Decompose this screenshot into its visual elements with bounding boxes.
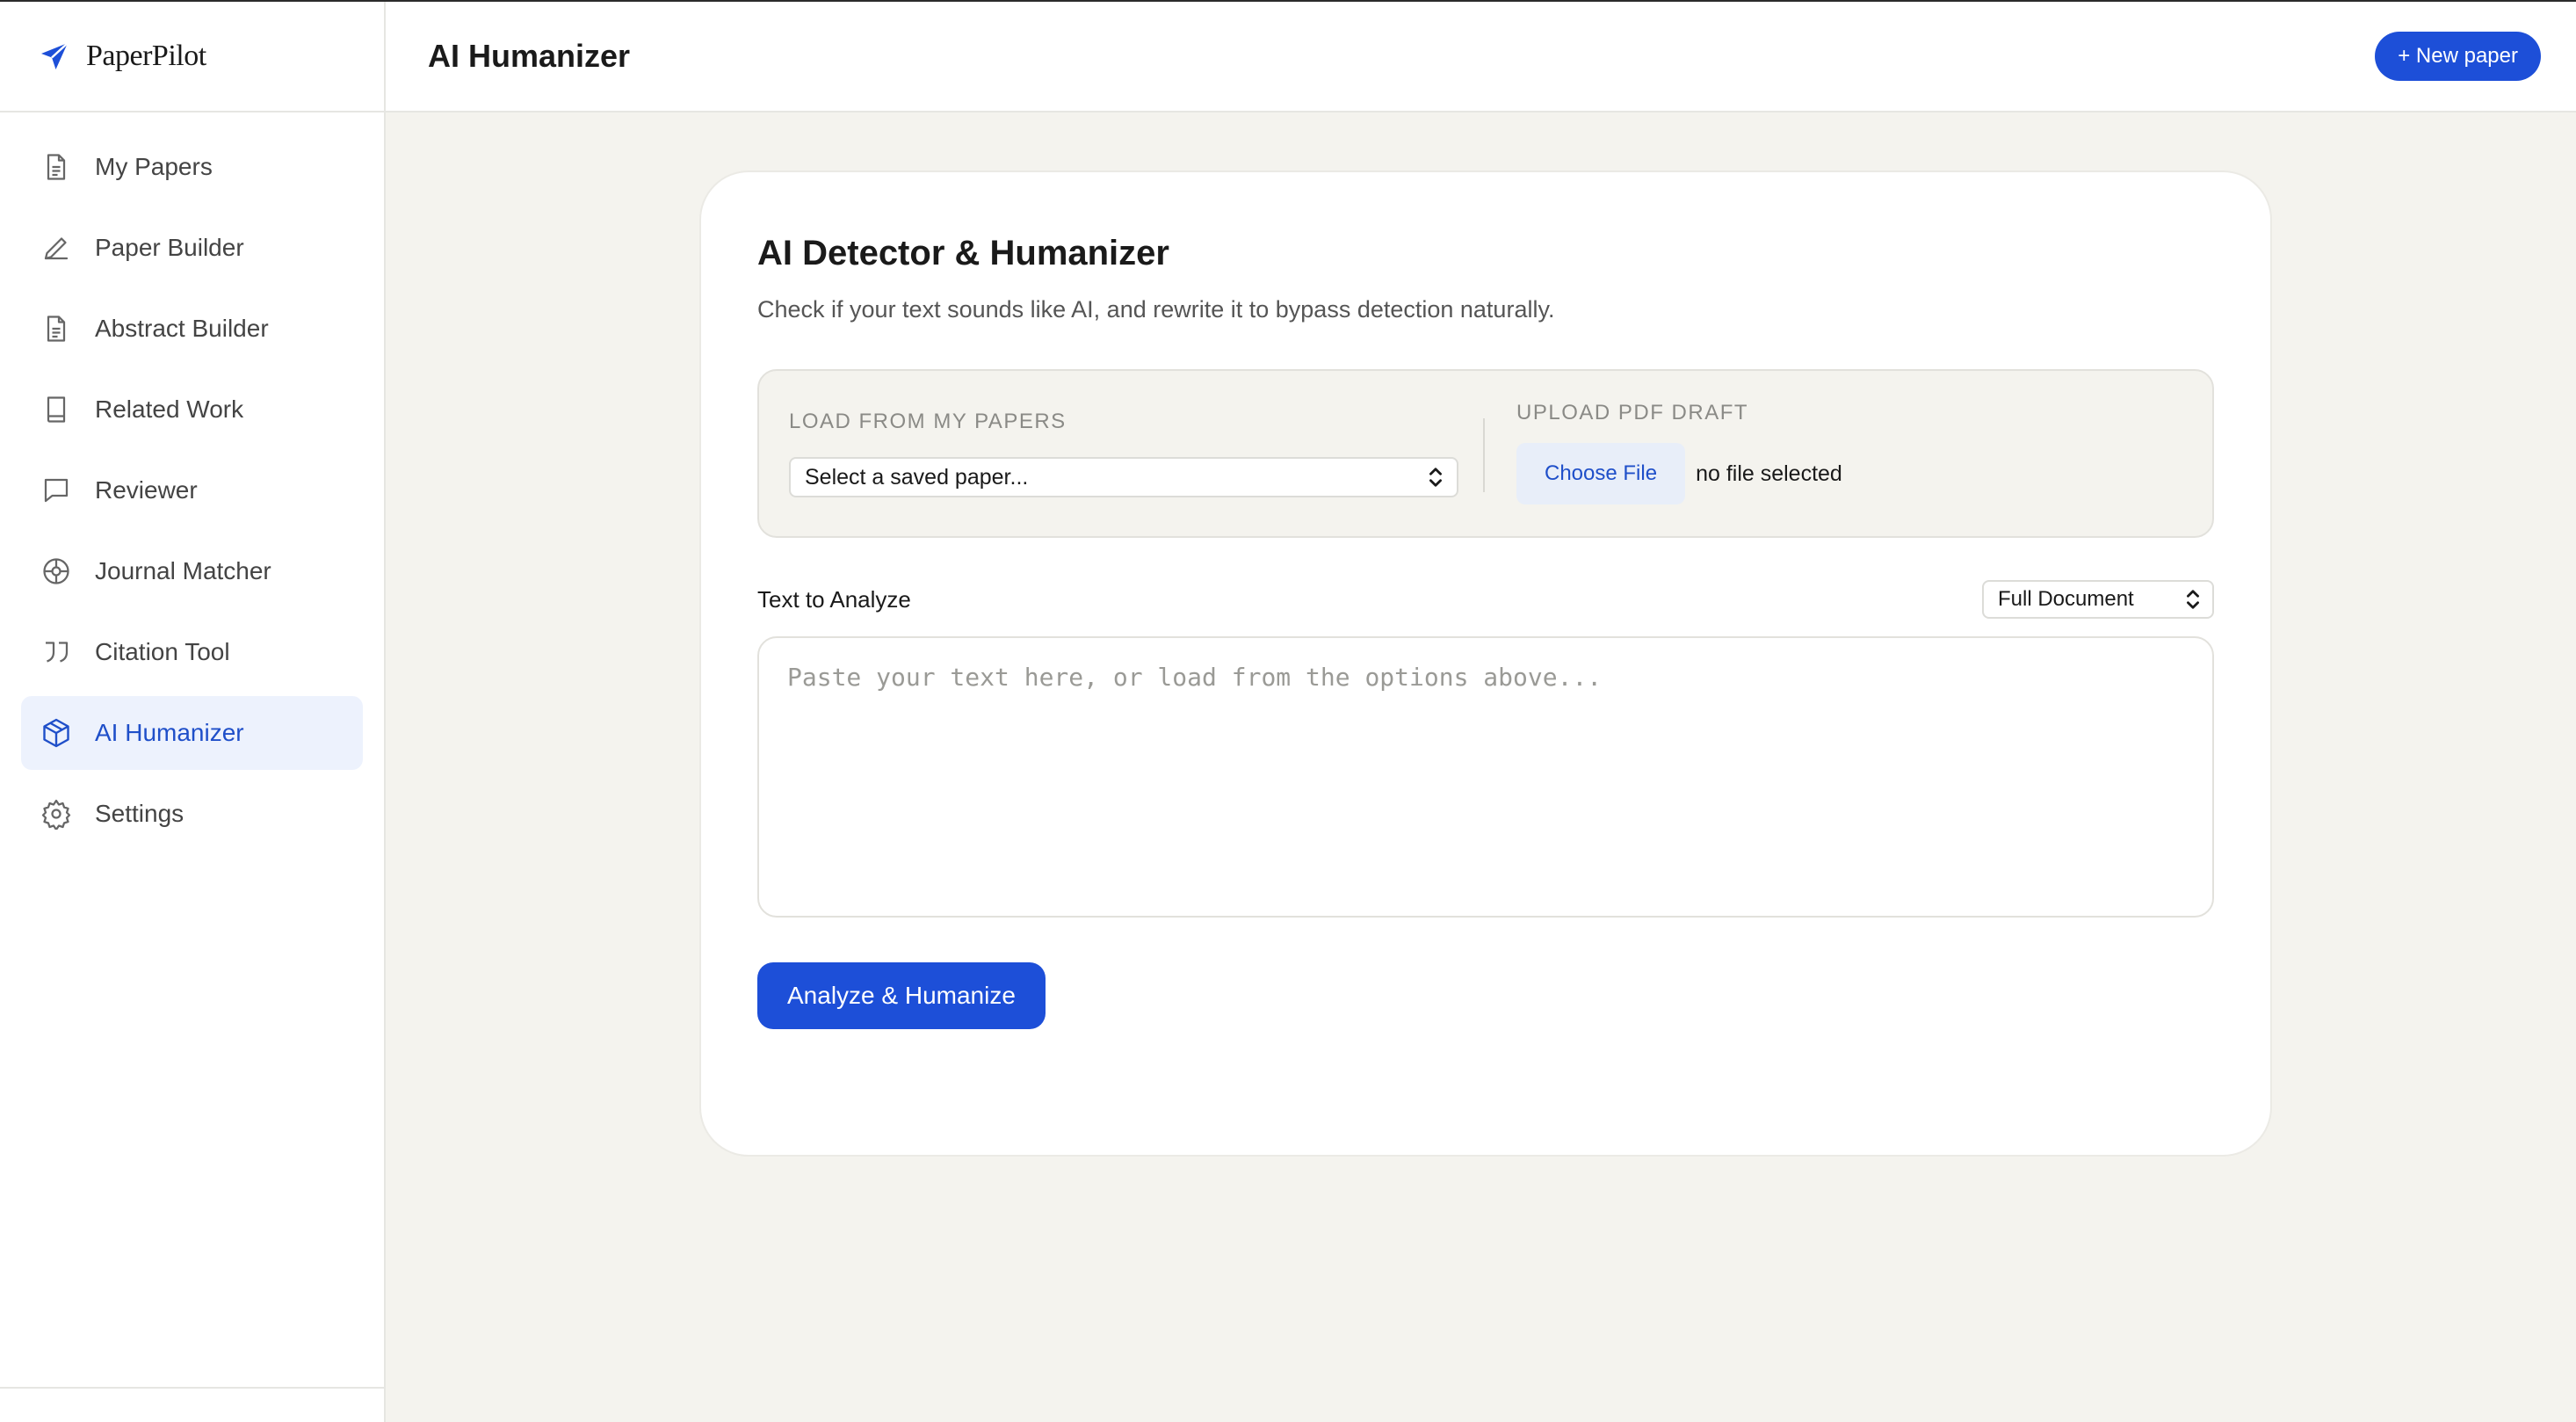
top-header: AI Humanizer + New paper: [386, 2, 2576, 112]
target-icon: [40, 555, 72, 587]
sidebar-item-abstract-builder[interactable]: Abstract Builder: [21, 292, 363, 366]
upload-row: Choose File no file selected: [1516, 443, 2212, 504]
sidebar-item-ai-humanizer[interactable]: AI Humanizer: [21, 696, 363, 770]
page-title: AI Humanizer: [428, 38, 631, 74]
card-title: AI Detector & Humanizer: [757, 234, 1169, 272]
sidebar-item-my-papers[interactable]: My Papers: [21, 130, 363, 204]
cube-icon: [40, 717, 72, 749]
card-subtitle: Check if your text sounds like AI, and r…: [757, 296, 1555, 323]
upload-pdf-label: UPLOAD PDF DRAFT: [1516, 401, 1749, 424]
saved-paper-select[interactable]: Select a saved paper...: [789, 457, 1458, 497]
chat-bubble-icon: [40, 475, 72, 506]
text-input[interactable]: [757, 636, 2214, 918]
brand[interactable]: PaperPilot: [0, 2, 384, 112]
sidebar-item-label: Journal Matcher: [95, 557, 271, 584]
sidebar-item-label: Abstract Builder: [95, 315, 269, 342]
book-icon: [40, 394, 72, 425]
gear-icon: [40, 798, 72, 830]
quote-icon: [40, 636, 72, 668]
sidebar-item-label: AI Humanizer: [95, 719, 244, 746]
sidebar-item-label: My Papers: [95, 153, 213, 180]
sidebar: PaperPilot My Papers Paper Builder Abstr…: [0, 2, 386, 1422]
sidebar-item-label: Related Work: [95, 395, 244, 423]
scope-select-value: Full Document: [1998, 587, 2134, 611]
chevron-up-down-icon: [2187, 590, 2199, 609]
paper-plane-icon: [41, 42, 69, 69]
choose-file-button[interactable]: Choose File: [1516, 443, 1686, 504]
sidebar-item-label: Citation Tool: [95, 638, 230, 665]
document-icon: [40, 151, 72, 183]
sidebar-item-reviewer[interactable]: Reviewer: [21, 453, 363, 527]
humanizer-card: AI Detector & Humanizer Check if your te…: [699, 170, 2272, 1157]
sidebar-footer: [0, 1387, 384, 1422]
text-to-analyze-label: Text to Analyze: [757, 585, 911, 613]
file-status: no file selected: [1696, 461, 1842, 486]
sidebar-item-paper-builder[interactable]: Paper Builder: [21, 211, 363, 285]
saved-paper-select-value: Select a saved paper...: [805, 464, 1029, 490]
load-from-papers-section: LOAD FROM MY PAPERS Select a saved paper…: [759, 371, 1487, 536]
divider: [1483, 418, 1485, 492]
sidebar-item-label: Settings: [95, 800, 185, 827]
sidebar-item-citation-tool[interactable]: Citation Tool: [21, 615, 363, 689]
sidebar-item-settings[interactable]: Settings: [21, 777, 363, 851]
sidebar-item-journal-matcher[interactable]: Journal Matcher: [21, 534, 363, 608]
analyze-humanize-button[interactable]: Analyze & Humanize: [757, 962, 1046, 1029]
new-paper-button[interactable]: + New paper: [2375, 32, 2541, 81]
text-to-analyze-row: Text to Analyze Full Document: [757, 580, 2214, 619]
source-panel: LOAD FROM MY PAPERS Select a saved paper…: [757, 369, 2214, 538]
main-content: AI Detector & Humanizer Check if your te…: [386, 112, 2576, 1422]
chevron-up-down-icon: [1429, 468, 1442, 487]
scope-select[interactable]: Full Document: [1982, 580, 2214, 619]
load-from-papers-label: LOAD FROM MY PAPERS: [789, 410, 1067, 433]
brand-name: PaperPilot: [86, 40, 206, 72]
sidebar-item-label: Paper Builder: [95, 234, 244, 261]
app-window: PaperPilot My Papers Paper Builder Abstr…: [0, 0, 2576, 1422]
sidebar-item-label: Reviewer: [95, 476, 198, 504]
document-icon: [40, 313, 72, 345]
sidebar-nav: My Papers Paper Builder Abstract Builder: [0, 112, 384, 851]
sidebar-item-related-work[interactable]: Related Work: [21, 373, 363, 446]
pen-icon: [40, 232, 72, 264]
upload-pdf-section: UPLOAD PDF DRAFT Choose File no file sel…: [1487, 371, 2212, 536]
